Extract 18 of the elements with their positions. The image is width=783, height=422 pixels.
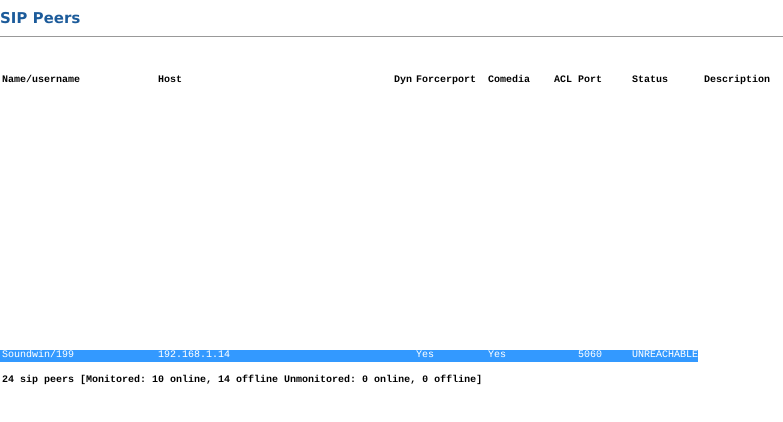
table-cell: 192.168.1.14 (158, 350, 230, 361)
column-header: Port (578, 75, 602, 86)
column-header: Host (158, 75, 182, 86)
column-header: Forcerport (416, 75, 476, 86)
table-cell: 5060 (578, 350, 602, 361)
column-header: Status (632, 75, 668, 86)
column-header: Description (704, 75, 770, 86)
column-header: Dyn (394, 75, 412, 86)
column-header: ACL (554, 75, 572, 86)
table-cell: Yes (488, 350, 506, 361)
table-cell: Yes (416, 350, 434, 361)
table-cell: UNREACHABLE (632, 350, 698, 361)
table-row[interactable]: Soundwin/199 192.168.1.14 Yes Yes 5060 UNREACHABLE (0, 350, 698, 362)
column-header: Name/username (2, 75, 80, 86)
peer-summary: 24 sip peers [Monitored: 10 online, 14 offline Unmonitored: 0 online, 0 offline] (2, 375, 482, 386)
page-title: SIP Peers (0, 8, 80, 28)
column-header: Comedia (488, 75, 530, 86)
table-cell: Soundwin/199 (2, 350, 74, 361)
